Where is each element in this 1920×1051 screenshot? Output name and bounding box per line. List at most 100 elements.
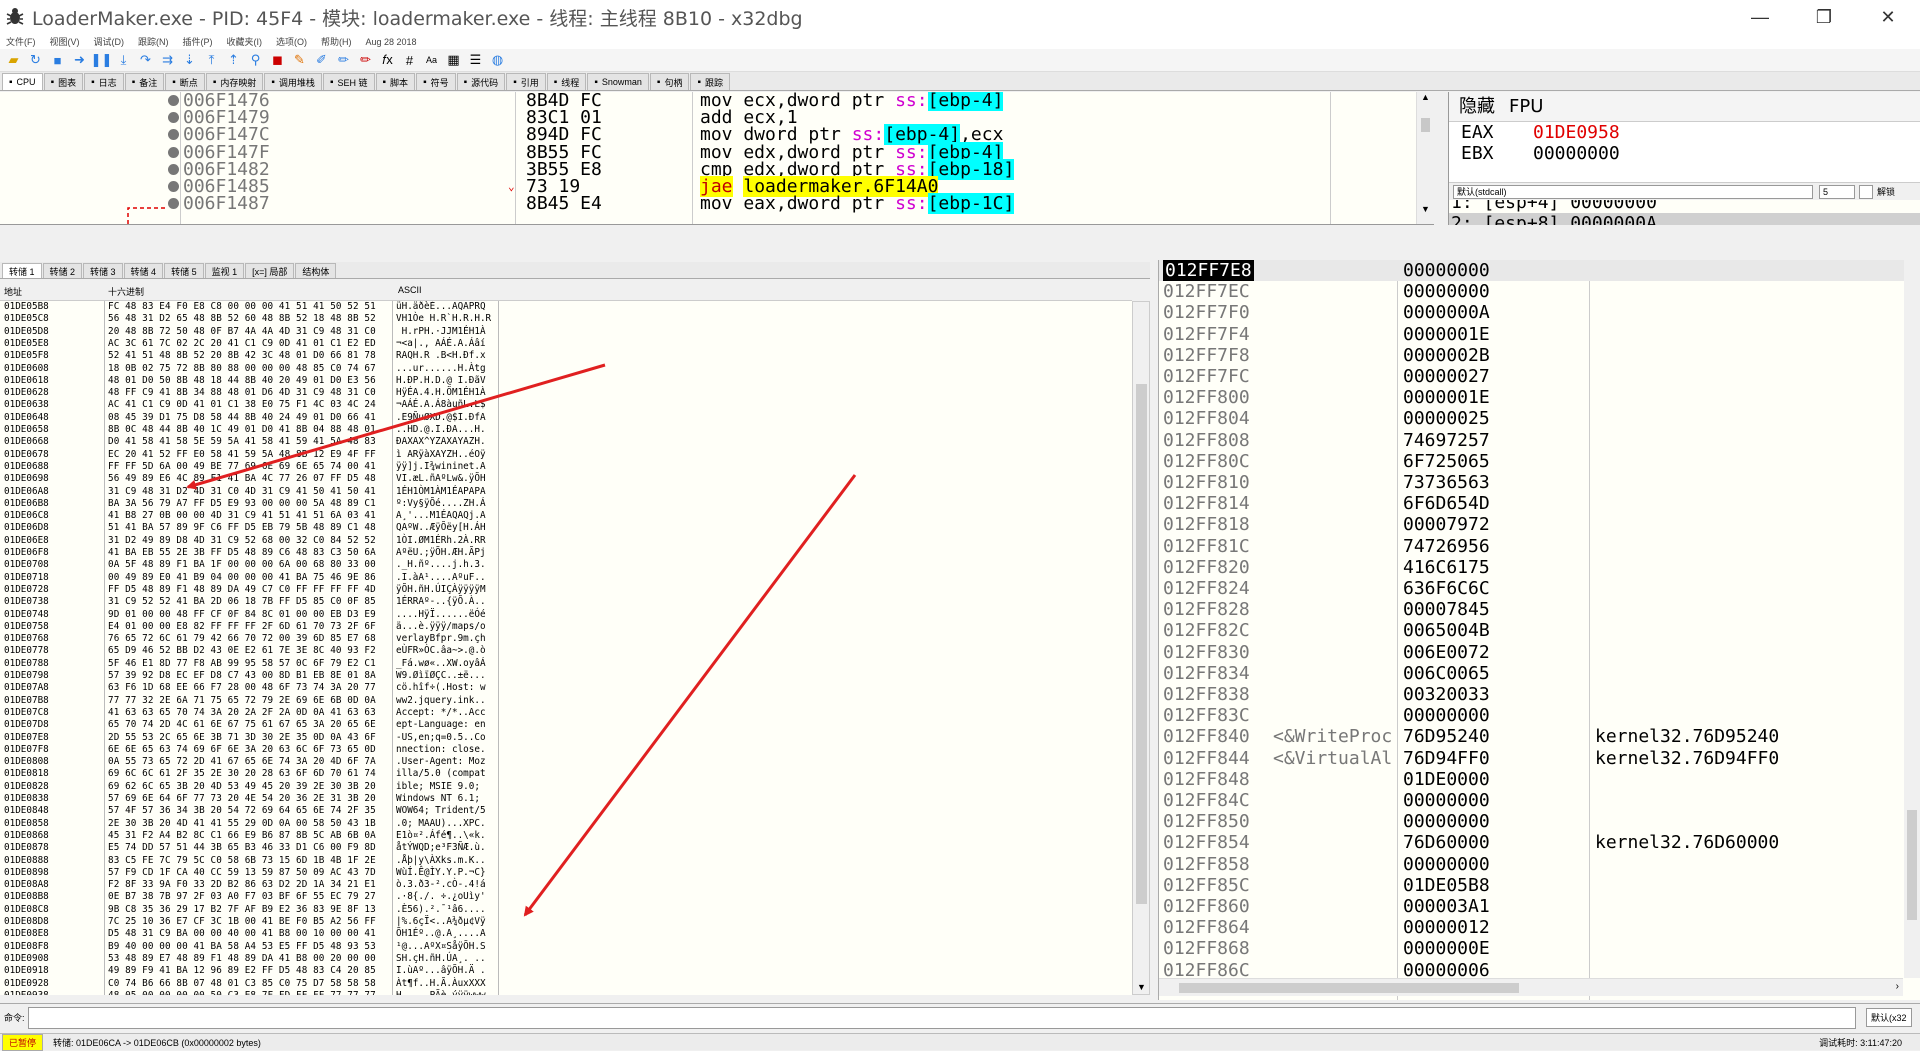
dump-hex[interactable]: 31 C9 52 52 41 BA 2D 06 18 7B FF D5 85 C… [108, 596, 376, 608]
stack-value[interactable]: 00000027 [1403, 366, 1490, 387]
dump-row[interactable]: 01DE0748 9D 01 00 00 48 FF CF 0F 84 8C 01… [0, 609, 1132, 621]
dump-row[interactable]: 01DE0658 8B 0C 48 44 8B 40 1C 49 01 D0 41… [0, 424, 1132, 436]
dump-hex[interactable]: 31 C9 48 31 D2 4D 31 C0 4D 31 C9 41 50 4… [108, 486, 376, 498]
dump-hex[interactable]: 56 49 89 E6 4C 89 F1 41 BA 4C 77 26 07 F… [108, 473, 376, 485]
dump-row[interactable]: 01DE0888 83 C5 FE 7C 79 5C C0 58 6B 73 15… [0, 855, 1132, 867]
dump-ascii[interactable]: -US,en;q=0.5..Co [396, 732, 486, 744]
stack-row[interactable]: 012FF824 636F6C6C [1159, 578, 1920, 599]
dump-ascii[interactable]: W9.ØìïØÇC..±ë... [396, 670, 486, 682]
stack-row[interactable]: 012FF80C 6F725065 [1159, 451, 1920, 472]
stack-row[interactable]: 012FF82C 0065004B [1159, 620, 1920, 641]
dump-ascii[interactable]: ¹@...AºX¤SåÿÕH.S [396, 941, 486, 953]
breakpoint-dot-icon[interactable] [168, 129, 179, 141]
command-input[interactable] [28, 1006, 1856, 1029]
dump-ascii[interactable]: illa/5.0 (compat [396, 768, 486, 780]
checklist-icon[interactable]: ☰ [466, 52, 485, 69]
stack-row[interactable]: 012FF83C 00000000 [1159, 705, 1920, 726]
dump-row[interactable]: 01DE06E8 31 D2 49 89 D8 4D 31 C9 52 68 00… [0, 535, 1132, 547]
close-button[interactable]: ✕ [1856, 0, 1920, 34]
dump-hex[interactable]: 57 39 92 D8 EC EF D8 C7 43 00 8D B1 EB 8… [108, 670, 376, 682]
dump-row[interactable]: 01DE07F8 6E 6E 65 63 74 69 6F 6E 3A 20 63… [0, 744, 1132, 756]
dump-tab-3[interactable]: 转储 3 [83, 263, 123, 278]
stack-row[interactable]: 012FF830 006E0072 [1159, 642, 1920, 663]
calculator-icon[interactable]: ▦ [444, 52, 463, 69]
stack-value[interactable]: 00000000 [1403, 281, 1490, 302]
dump-row[interactable]: 01DE0898 57 F9 CD 1F CA 40 CC 59 13 59 87… [0, 867, 1132, 879]
dump-ascii[interactable]: .·8{./. ÷.¿oUìy' [396, 891, 486, 903]
stack-vscrollbar[interactable] [1904, 260, 1920, 978]
hash-icon[interactable]: # [400, 52, 419, 69]
run-to-user-code-icon[interactable]: ⇡ [224, 52, 243, 69]
stack-value[interactable]: 74726956 [1403, 536, 1490, 557]
tab-thread[interactable]: ▪ 线程 [546, 73, 587, 90]
dump-hex[interactable]: B9 40 00 00 00 41 BA 58 A4 53 E5 FF D5 4… [108, 941, 376, 953]
dump-row[interactable]: 01DE0848 57 4F 57 36 34 3B 20 54 72 69 64… [0, 805, 1132, 817]
dump-scrollbar-track[interactable]: ▼ [1132, 301, 1150, 995]
tab-source[interactable]: ▪ 源代码 [456, 73, 506, 90]
run-icon[interactable]: ➜ [70, 52, 89, 69]
menu-help[interactable]: 帮助(H) [321, 35, 352, 48]
trace-over-icon[interactable]: ⇣ [180, 52, 199, 69]
dump-ascii[interactable]: H.rPH.·JJM1ÉH1À [396, 326, 486, 338]
dump-ascii[interactable]: ä...è.ÿÿÿ/maps/o [396, 621, 486, 633]
dump-row[interactable]: 01DE0838 57 69 6E 64 6F 77 73 20 4E 54 20… [0, 793, 1132, 805]
stack-value[interactable]: 00000025 [1403, 408, 1490, 429]
dump-hex[interactable]: E4 01 00 00 E8 82 FF FF FF 2F 6D 61 70 7… [108, 621, 376, 633]
dump-tab-2[interactable]: 转储 2 [42, 263, 83, 278]
disasm-row[interactable]: 006F1487 8B45 E4 mov eax,dword ptr ss:[ebp… [0, 193, 1416, 215]
dump-hex[interactable]: 76 65 72 6C 61 79 42 66 70 72 00 39 6D 8… [108, 633, 376, 645]
dump-hex[interactable]: 20 48 8B 72 50 48 0F B7 4A 4A 4D 31 C9 4… [108, 326, 376, 338]
dump-hex[interactable]: EC 20 41 52 FF E0 58 41 59 5A 48 8B 12 E… [108, 449, 376, 461]
dump-ascii[interactable]: ò.3.ð3-².cÒ-.4!á [396, 879, 486, 891]
dump-row[interactable]: 01DE08E8 D5 48 31 C9 BA 00 00 40 00 41 B8… [0, 928, 1132, 940]
dump-ascii[interactable]: .Åþ|y\ÀXks.m.K.. [396, 855, 486, 867]
dump-row[interactable]: 01DE0808 0A 55 73 65 72 2D 41 67 65 6E 74… [0, 756, 1132, 768]
dump-row[interactable]: 01DE0718 00 49 89 E0 41 B9 04 00 00 00 41… [0, 572, 1132, 584]
dump-row[interactable]: 01DE08D8 7C 25 10 36 E7 CF 3C 1B 00 41 BE… [0, 916, 1132, 928]
dump-ascii[interactable]: A¸'...M1ÉAQAQj.A [396, 510, 486, 522]
dump-ascii[interactable]: üH.äðèÈ...AQAPRQ [396, 301, 486, 313]
dump-hex[interactable]: 69 62 6C 65 3B 20 4D 53 49 45 20 39 2E 3… [108, 781, 376, 793]
dump-ascii[interactable]: AºëU.;ÿÕH.ÆH.ÃPj [396, 547, 486, 559]
dump-ascii[interactable]: WùÍ.Ê@ÌY.Y.P.¬C} [396, 867, 486, 879]
dump-row[interactable]: 01DE07D8 65 70 74 2D 4C 61 6E 67 75 61 67… [0, 719, 1132, 731]
disassembly-view[interactable]: 006F1476 8B4D FC mov ecx,dword ptr ss:[ebp… [0, 92, 1434, 225]
stack-value[interactable]: 00000000 [1403, 790, 1490, 811]
stack-value[interactable]: 0065004B [1403, 620, 1490, 641]
menu-plugins[interactable]: 插件(P) [183, 35, 213, 48]
dump-ascii[interactable]: 1ÉH1ÒM1ÀM1ÉAPAPA [396, 486, 486, 498]
stack-value[interactable]: 00000000 [1403, 854, 1490, 875]
menu-file[interactable]: 文件(F) [6, 35, 36, 48]
dump-hex[interactable]: 53 48 89 E7 48 89 F1 48 89 DA 41 B8 00 2… [108, 953, 376, 965]
stack-value[interactable]: 0000000A [1403, 302, 1490, 323]
dump-ascii[interactable]: ible; MSIE 9.0; [396, 781, 486, 793]
animate-icon[interactable]: ⚲ [246, 52, 265, 69]
dump-hex[interactable]: 0A 5F 48 89 F1 BA 1F 00 00 00 6A 00 68 8… [108, 559, 376, 571]
dump-ascii[interactable]: ÿÕH.ñH.ÚIÇÀÿÿÿÿM [396, 584, 486, 596]
dump-ascii[interactable]: RAQH.R .B<H.Ðf.x [396, 350, 486, 362]
dump-row[interactable]: 01DE0908 53 48 89 E7 48 89 F1 48 89 DA 41… [0, 953, 1132, 965]
dump-tab-6[interactable]: 监视 1 [204, 263, 245, 278]
hide-fpu-toggle[interactable]: 隐藏 [1459, 92, 1495, 121]
dump-hex[interactable]: BA 3A 56 79 A7 FF D5 E9 93 00 00 00 5A 4… [108, 498, 376, 510]
dump-row[interactable]: 01DE0628 48 FF C9 41 8B 34 88 48 01 D6 4D… [0, 387, 1132, 399]
stack-row[interactable]: 012FF848 01DE0000 [1159, 769, 1920, 790]
dump-row[interactable]: 01DE08C8 9B C8 35 36 29 17 B2 7F AF B9 E2… [0, 904, 1132, 916]
dump-ascii[interactable]: .I.àA¹....AºuF.. [396, 572, 486, 584]
dump-ascii[interactable]: ì ARÿàXAYZH..éOÿ [396, 449, 486, 461]
dump-ascii[interactable]: ww2.jquery.ink.. [396, 695, 486, 707]
stack-view[interactable]: 012FF7E8 00000000 012FF7EC 00000000 012FF7F0… [1158, 260, 1920, 1000]
dump-hex[interactable]: D5 48 31 C9 BA 00 00 40 00 41 B8 00 10 0… [108, 928, 376, 940]
dump-ascii[interactable]: .0; MAAU)...XPC. [396, 818, 486, 830]
dump-hex[interactable]: E5 74 DD 57 51 44 3B 65 B3 46 33 D1 C6 0… [108, 842, 376, 854]
dump-row[interactable]: 01DE0858 2E 30 3B 20 4D 41 41 55 29 0D 0A… [0, 818, 1132, 830]
trace-into-icon[interactable]: ⇉ [158, 52, 177, 69]
breakpoint-dot-icon[interactable] [168, 198, 179, 210]
stack-value[interactable]: 01DE0000 [1403, 769, 1490, 790]
dump-row[interactable]: 01DE0938 48 05 00 00 00 00 50 C3 E8 7F FD… [0, 990, 1132, 995]
dump-hex[interactable]: 48 FF C9 41 8B 34 88 48 01 D6 4D 31 C9 4… [108, 387, 376, 399]
argument-row[interactable]: 2: [esp+8] 0000000A [1449, 213, 1920, 225]
dump-hex[interactable]: F2 8F 33 9A F0 33 2D B2 86 63 D2 2D 1A 3… [108, 879, 376, 891]
font-icon[interactable]: Aa [422, 52, 441, 69]
stack-value[interactable]: 0000000E [1403, 938, 1490, 959]
